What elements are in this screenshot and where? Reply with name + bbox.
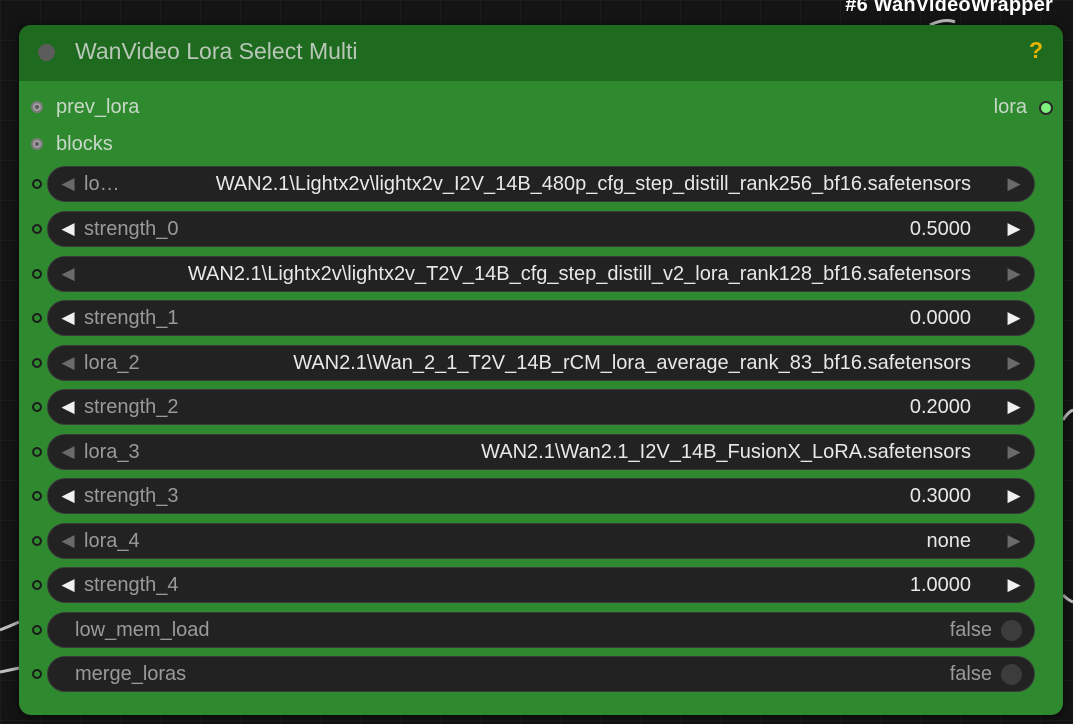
widget-slot-icon[interactable] [32, 358, 42, 368]
left-triangle-icon[interactable]: ◀ [56, 435, 80, 469]
widget-slot-icon[interactable] [32, 313, 42, 323]
widget-label: low_mem_load [75, 619, 210, 641]
left-triangle-icon[interactable]: ◀ [56, 524, 80, 558]
right-triangle-icon[interactable]: ▶ [1002, 568, 1026, 602]
left-triangle-icon[interactable]: ◀ [56, 167, 80, 201]
left-triangle-icon[interactable]: ◀ [56, 479, 80, 513]
widget-label: strength_0 [84, 218, 179, 240]
input-slot-icon[interactable] [31, 138, 43, 150]
input-prev-lora[interactable]: prev_lora lora [19, 94, 1063, 124]
widget-label: strength_4 [84, 574, 179, 596]
widget-slot-icon[interactable] [32, 625, 42, 635]
left-triangle-icon[interactable]: ◀ [56, 346, 80, 380]
input-blocks[interactable]: blocks [19, 131, 1063, 161]
toggle-knob-icon[interactable] [1001, 620, 1022, 641]
strength-1-number[interactable]: ◀ strength_1 0.0000 ▶ [47, 300, 1035, 336]
left-triangle-icon[interactable]: ◀ [56, 568, 80, 602]
widget-value: WAN2.1\Lightx2v\lightx2v_I2V_14B_480p_cf… [215, 173, 971, 195]
widget-row-strength-3[interactable]: ◀ strength_3 0.3000 ▶ [19, 478, 1063, 514]
widget-value: 1.0000 [909, 574, 971, 596]
right-triangle-icon[interactable]: ▶ [1002, 346, 1026, 380]
widget-row-lora-3[interactable]: ◀ lora_3 WAN2.1\Wan2.1_I2V_14B_FusionX_L… [19, 434, 1063, 470]
lora-4-combo[interactable]: ◀ lora_4 none ▶ [47, 523, 1035, 559]
widget-row-strength-2[interactable]: ◀ strength_2 0.2000 ▶ [19, 389, 1063, 425]
left-triangle-icon[interactable]: ◀ [56, 257, 80, 291]
right-triangle-icon[interactable]: ▶ [1002, 435, 1026, 469]
right-triangle-icon[interactable]: ▶ [1002, 257, 1026, 291]
widget-row-lora-1[interactable]: ◀ WAN2.1\Lightx2v\lightx2v_T2V_14B_cfg_s… [19, 256, 1063, 292]
left-triangle-icon[interactable]: ◀ [56, 212, 80, 246]
right-triangle-icon[interactable]: ▶ [1002, 479, 1026, 513]
widget-value: WAN2.1\Lightx2v\lightx2v_T2V_14B_cfg_ste… [187, 263, 971, 285]
widget-slot-icon[interactable] [32, 447, 42, 457]
lora-select-node[interactable]: WanVideo Lora Select Multi ? prev_lora l… [19, 25, 1063, 715]
widget-slot-icon[interactable] [32, 402, 42, 412]
lora-0-combo[interactable]: ◀ lo… WAN2.1\Lightx2v\lightx2v_I2V_14B_4… [47, 166, 1035, 202]
widget-row-lora-2[interactable]: ◀ lora_2 WAN2.1\Wan_2_1_T2V_14B_rCM_lora… [19, 345, 1063, 381]
widget-row-lora-0[interactable]: ◀ lo… WAN2.1\Lightx2v\lightx2v_I2V_14B_4… [19, 166, 1063, 202]
help-icon[interactable]: ? [1029, 37, 1043, 64]
widget-value: 0.2000 [909, 396, 971, 418]
widget-row-low-mem-load[interactable]: low_mem_load false [19, 612, 1063, 648]
widget-label: strength_1 [84, 307, 179, 329]
widget-label: lora_4 [84, 530, 140, 552]
right-triangle-icon[interactable]: ▶ [1002, 212, 1026, 246]
widget-row-strength-0[interactable]: ◀ strength_0 0.5000 ▶ [19, 211, 1063, 247]
input-slot-icon[interactable] [31, 101, 43, 113]
widget-slot-icon[interactable] [32, 269, 42, 279]
strength-2-number[interactable]: ◀ strength_2 0.2000 ▶ [47, 389, 1035, 425]
strength-4-number[interactable]: ◀ strength_4 1.0000 ▶ [47, 567, 1035, 603]
widget-value: 0.5000 [909, 218, 971, 240]
widget-slot-icon[interactable] [32, 224, 42, 234]
widget-label: merge_loras [75, 663, 187, 685]
left-triangle-icon[interactable]: ◀ [56, 301, 80, 335]
strength-3-number[interactable]: ◀ strength_3 0.3000 ▶ [47, 478, 1035, 514]
widget-value: WAN2.1\Wan_2_1_T2V_14B_rCM_lora_average_… [293, 352, 971, 374]
widget-value: 0.3000 [909, 485, 971, 507]
left-triangle-icon[interactable]: ◀ [56, 390, 80, 424]
widget-value: none [926, 530, 972, 552]
output-slot-icon[interactable] [1039, 101, 1053, 115]
right-triangle-icon[interactable]: ▶ [1002, 167, 1026, 201]
widget-value: false [949, 663, 992, 685]
widget-label: lora_2 [84, 352, 140, 374]
widget-label: lora_3 [84, 441, 140, 463]
widget-slot-icon[interactable] [32, 491, 42, 501]
lora-1-combo[interactable]: ◀ WAN2.1\Lightx2v\lightx2v_T2V_14B_cfg_s… [47, 256, 1035, 292]
widget-label: lo… [84, 173, 120, 195]
widget-slot-icon[interactable] [32, 669, 42, 679]
widget-row-strength-1[interactable]: ◀ strength_1 0.0000 ▶ [19, 300, 1063, 336]
right-triangle-icon[interactable]: ▶ [1002, 301, 1026, 335]
output-label: lora [993, 96, 1027, 118]
node-header[interactable]: WanVideo Lora Select Multi ? [19, 25, 1063, 81]
strength-0-number[interactable]: ◀ strength_0 0.5000 ▶ [47, 211, 1035, 247]
widget-value: false [949, 619, 992, 641]
node-title: WanVideo Lora Select Multi [75, 38, 358, 64]
widget-label: strength_2 [84, 396, 179, 418]
widget-value: WAN2.1\Wan2.1_I2V_14B_FusionX_LoRA.safet… [481, 441, 971, 463]
low-mem-load-toggle[interactable]: low_mem_load false [47, 612, 1035, 648]
input-label: prev_lora [56, 96, 140, 118]
toggle-knob-icon[interactable] [1001, 664, 1022, 685]
widget-slot-icon[interactable] [32, 580, 42, 590]
background-node-title: #6 WanVideoWrapper [845, 0, 1053, 16]
widget-slot-icon[interactable] [32, 536, 42, 546]
collapse-dot-icon[interactable] [38, 44, 55, 61]
widget-row-merge-loras[interactable]: merge_loras false [19, 656, 1063, 692]
merge-loras-toggle[interactable]: merge_loras false [47, 656, 1035, 692]
right-triangle-icon[interactable]: ▶ [1002, 524, 1026, 558]
widget-value: 0.0000 [909, 307, 971, 329]
right-triangle-icon[interactable]: ▶ [1002, 390, 1026, 424]
lora-3-combo[interactable]: ◀ lora_3 WAN2.1\Wan2.1_I2V_14B_FusionX_L… [47, 434, 1035, 470]
input-label: blocks [56, 133, 113, 155]
widget-row-lora-4[interactable]: ◀ lora_4 none ▶ [19, 523, 1063, 559]
widget-label: strength_3 [84, 485, 179, 507]
widget-slot-icon[interactable] [32, 179, 42, 189]
widget-row-strength-4[interactable]: ◀ strength_4 1.0000 ▶ [19, 567, 1063, 603]
lora-2-combo[interactable]: ◀ lora_2 WAN2.1\Wan_2_1_T2V_14B_rCM_lora… [47, 345, 1035, 381]
